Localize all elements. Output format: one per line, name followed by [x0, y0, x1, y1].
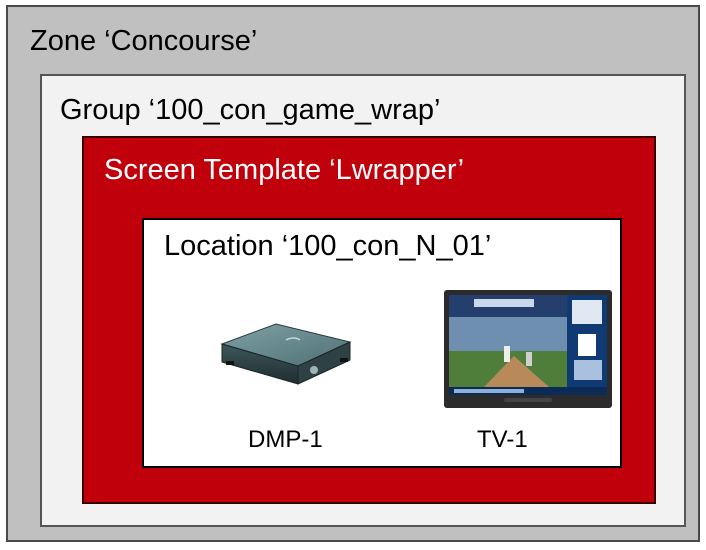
dmp-label: DMP-1: [248, 426, 323, 453]
group-box: Group ‘100_con_game_wrap’ Screen Templat…: [40, 74, 686, 527]
screen-template-box: Screen Template ‘Lwrapper’ Location ‘100…: [82, 136, 656, 504]
television-icon: [444, 290, 612, 408]
zone-box: Zone ‘Concourse’ Group ‘100_con_game_wra…: [6, 5, 700, 542]
tv-label: TV-1: [477, 426, 528, 453]
group-title: Group ‘100_con_game_wrap’: [60, 94, 441, 126]
zone-title: Zone ‘Concourse’: [30, 25, 258, 57]
media-player-box-icon: [216, 320, 356, 390]
location-title: Location ‘100_con_N_01’: [164, 230, 492, 262]
screen-template-title: Screen Template ‘Lwrapper’: [104, 154, 465, 186]
location-box: Location ‘100_con_N_01’ DMP-1 TV-1: [142, 218, 622, 468]
